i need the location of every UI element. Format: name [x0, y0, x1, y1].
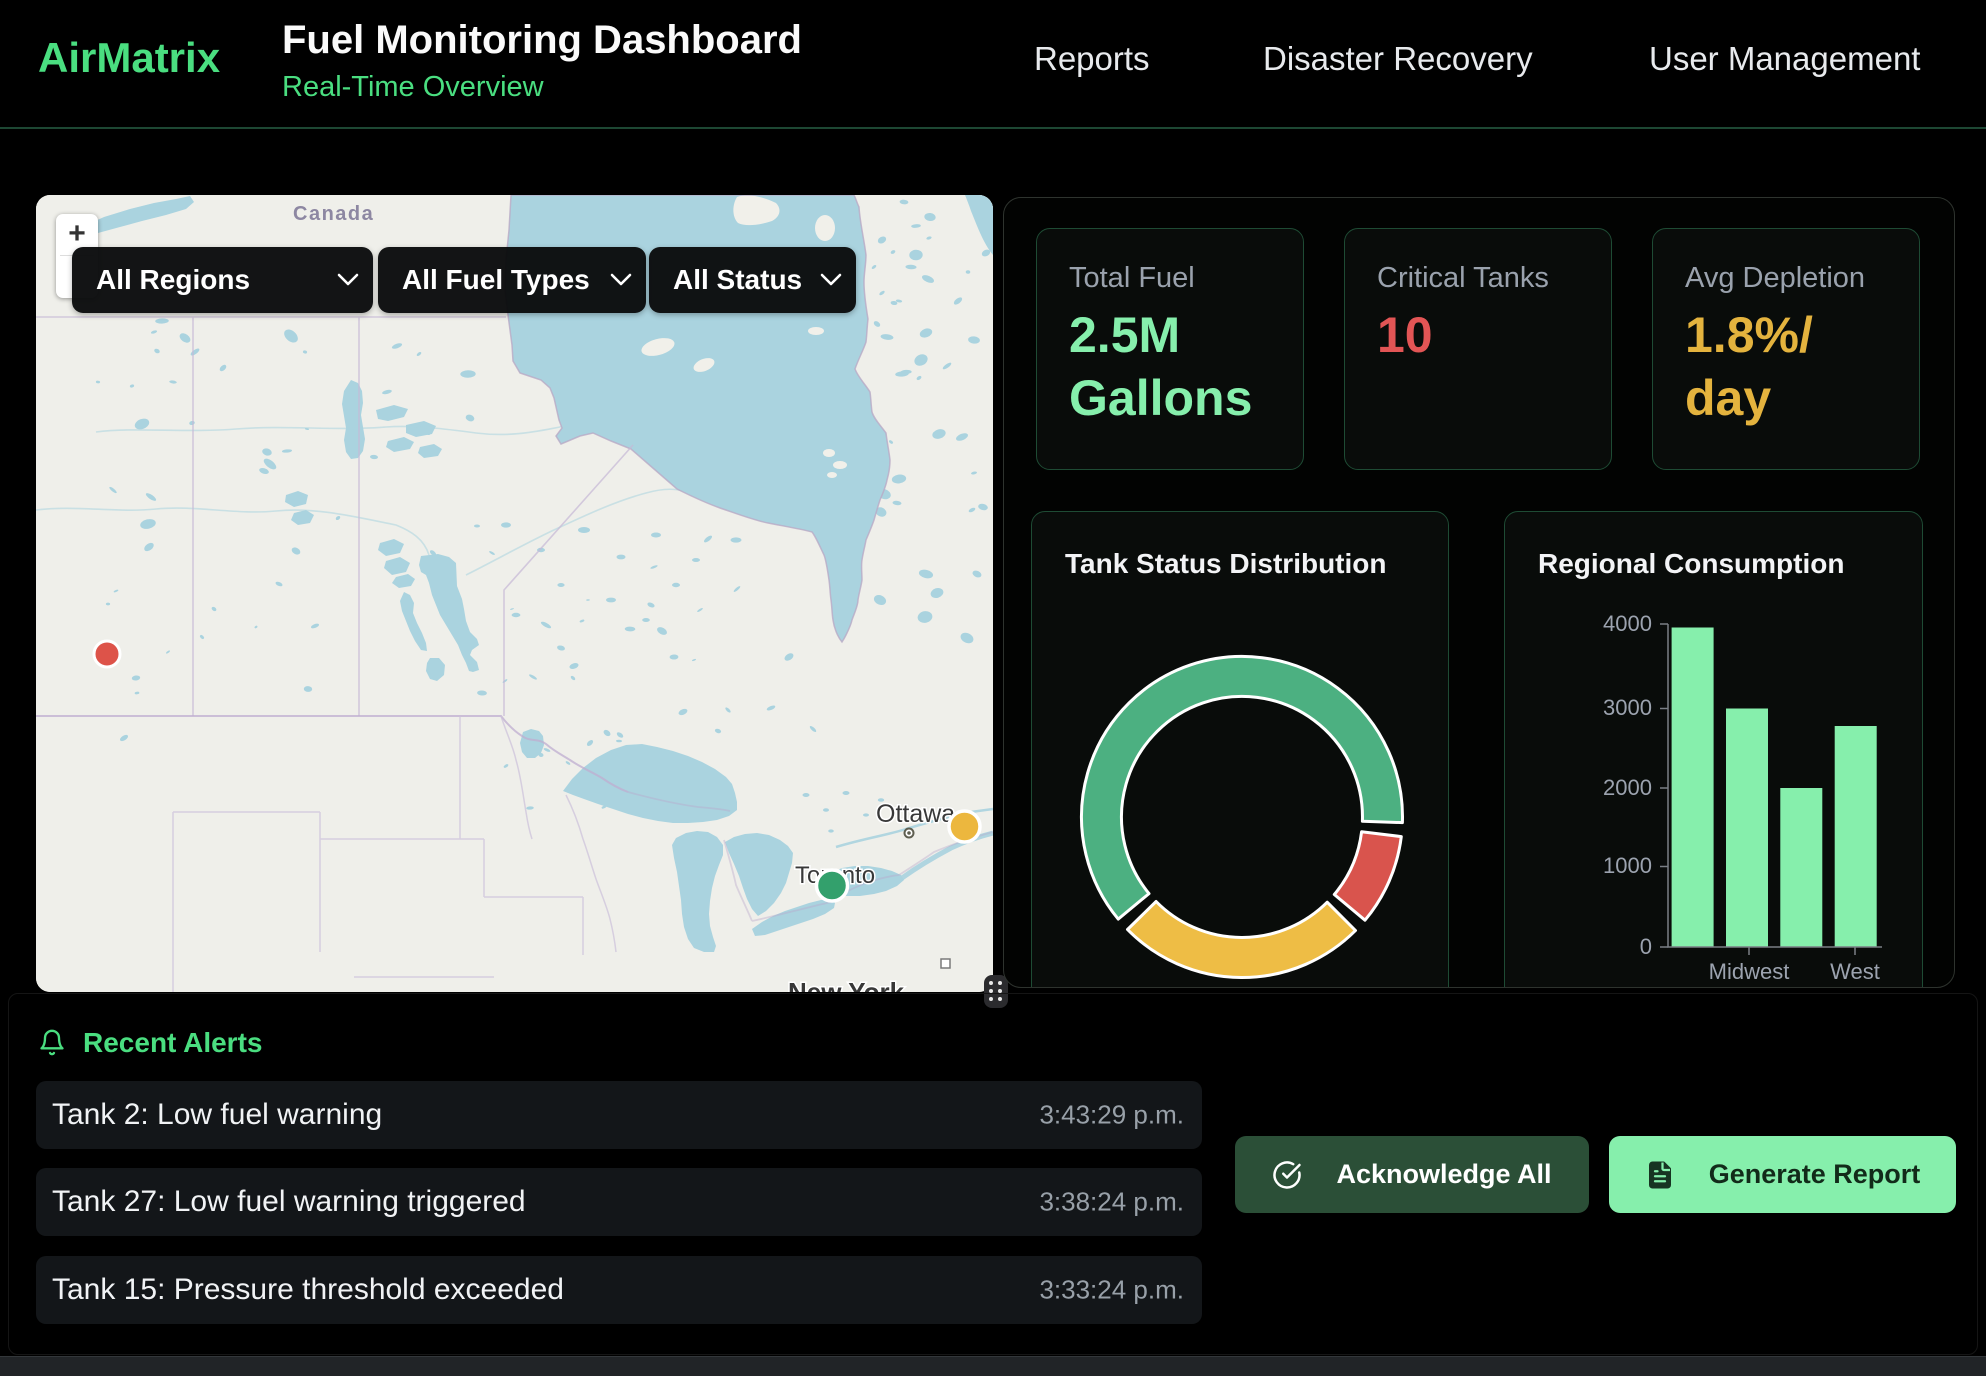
- svg-text:Midwest: Midwest: [1709, 959, 1790, 984]
- svg-text:4000: 4000: [1603, 611, 1652, 636]
- svg-text:2000: 2000: [1603, 775, 1652, 800]
- svg-text:Ottawa: Ottawa: [876, 800, 955, 828]
- svg-text:New York: New York: [788, 977, 905, 992]
- svg-text:West: West: [1830, 959, 1880, 984]
- svg-text:3000: 3000: [1603, 695, 1652, 720]
- svg-text:0: 0: [1640, 934, 1652, 959]
- svg-text:Canada: Canada: [293, 203, 374, 225]
- svg-text:1000: 1000: [1603, 853, 1652, 878]
